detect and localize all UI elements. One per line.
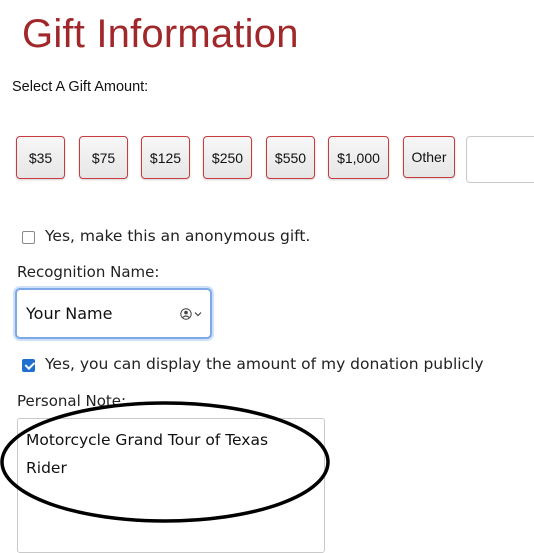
- personal-note-label: Personal Note:: [17, 392, 127, 410]
- display-amount-label: Yes, you can display the amount of my do…: [45, 355, 484, 373]
- amount-button-250[interactable]: $250: [203, 136, 252, 179]
- personal-note-text: Motorcycle Grand Tour of Texas Rider: [26, 431, 269, 477]
- other-amount-input[interactable]: [466, 136, 534, 183]
- recognition-name-value: Your Name: [26, 304, 113, 323]
- amount-button-550[interactable]: $550: [266, 136, 315, 179]
- amount-button-1000[interactable]: $1,000: [328, 136, 389, 179]
- anonymous-gift-checkbox[interactable]: [22, 230, 35, 244]
- amount-button-75[interactable]: $75: [79, 136, 128, 179]
- amount-button-35[interactable]: $35: [16, 136, 65, 179]
- anonymous-gift-row: Yes, make this an anonymous gift.: [22, 227, 310, 245]
- chevron-down-icon[interactable]: [194, 311, 202, 317]
- recognition-name-label: Recognition Name:: [17, 263, 160, 281]
- person-circle-icon[interactable]: [180, 307, 192, 320]
- amount-button-other[interactable]: Other: [403, 136, 455, 178]
- anonymous-gift-label: Yes, make this an anonymous gift.: [45, 227, 311, 245]
- gift-amount-label: Select A Gift Amount:: [12, 79, 149, 95]
- recognition-name-field[interactable]: Your Name: [15, 288, 212, 339]
- display-amount-row: Yes, you can display the amount of my do…: [22, 355, 484, 373]
- display-amount-checkbox[interactable]: [22, 358, 35, 372]
- page-title: Gift Information: [22, 12, 299, 56]
- amount-button-125[interactable]: $125: [141, 136, 190, 179]
